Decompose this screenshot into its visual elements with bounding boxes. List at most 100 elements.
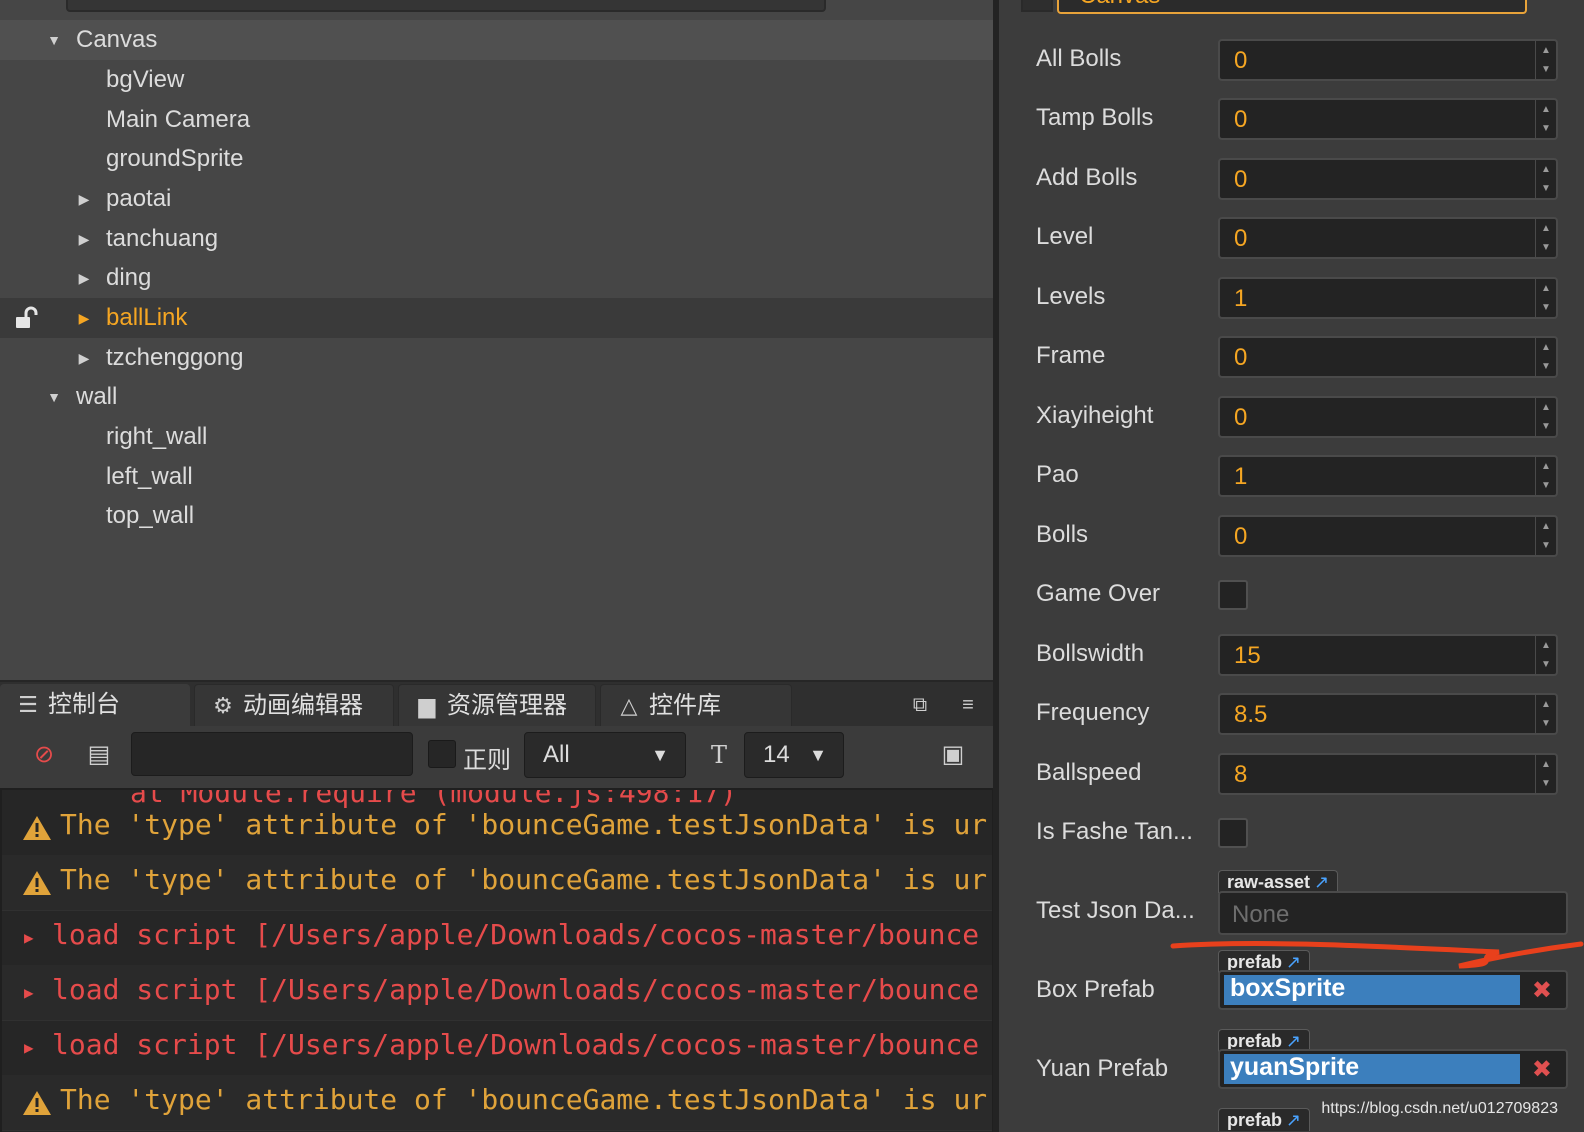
external-link-icon[interactable]: ↗ bbox=[1286, 1110, 1301, 1130]
collapsed-arrow-icon[interactable]: ▶ bbox=[74, 348, 94, 368]
remove-icon[interactable]: ✖ bbox=[1532, 1055, 1552, 1084]
node-name-input[interactable]: Canvas bbox=[1057, 0, 1527, 14]
tree-node-main-camera[interactable]: Main Camera bbox=[0, 100, 993, 140]
tree-node-balllink[interactable]: ▶ ballLink bbox=[0, 298, 993, 338]
prop-input-bolls[interactable]: 0 ▲ ▼ bbox=[1218, 515, 1558, 557]
prop-input-frame[interactable]: 0 ▲ ▼ bbox=[1218, 336, 1558, 378]
game-over-checkbox[interactable] bbox=[1218, 580, 1248, 610]
prop-input-xiayiheight[interactable]: 0 ▲ ▼ bbox=[1218, 396, 1558, 438]
expand-arrow-icon[interactable]: ▶ bbox=[24, 1038, 34, 1057]
collapse-icon[interactable]: ▣ bbox=[938, 740, 968, 770]
tree-node-ding[interactable]: ▶ ding bbox=[0, 258, 993, 298]
external-link-icon[interactable]: ↗ bbox=[1286, 952, 1301, 972]
spinner-icon[interactable]: ▲ ▼ bbox=[1535, 517, 1556, 555]
log-row-warning[interactable]: The 'type' attribute of 'bounceGame.test… bbox=[2, 800, 992, 856]
tree-node-tanchuang[interactable]: ▶ tanchuang bbox=[0, 219, 993, 259]
spinner-icon[interactable]: ▲ ▼ bbox=[1535, 457, 1556, 495]
log-level-select[interactable]: All ▼ bbox=[524, 732, 686, 778]
tree-node-label: tanchuang bbox=[106, 225, 219, 252]
prop-input-tamp-bolls[interactable]: 0 ▲ ▼ bbox=[1218, 98, 1558, 140]
tree-node-top-wall[interactable]: top_wall bbox=[0, 496, 993, 536]
tag-label: prefab bbox=[1227, 952, 1283, 972]
expanded-arrow-icon[interactable]: ▼ bbox=[44, 387, 64, 407]
log-row-error[interactable]: ▶ load script [/Users/apple/Downloads/co… bbox=[2, 1020, 992, 1076]
tree-node-wall[interactable]: ▼ wall bbox=[0, 377, 993, 417]
prop-input-level[interactable]: 0 ▲ ▼ bbox=[1218, 217, 1558, 259]
tree-node-left-wall[interactable]: left_wall bbox=[0, 457, 993, 497]
expand-arrow-icon[interactable]: ▶ bbox=[24, 928, 34, 947]
tab-widget-library[interactable]: △ 控件库 bbox=[600, 684, 792, 727]
console-toolbar: ⊘ ▤ 正则 All ▼ T 14 ▼ ▣ bbox=[0, 726, 993, 788]
prop-input-add-bolls[interactable]: 0 ▲ ▼ bbox=[1218, 158, 1558, 200]
menu-icon[interactable]: ≡ bbox=[956, 694, 980, 716]
log-row-warning[interactable]: The 'type' attribute of 'bounceGame.test… bbox=[2, 1075, 992, 1131]
spinner-icon[interactable]: ▲ ▼ bbox=[1535, 636, 1556, 674]
spinner-icon[interactable]: ▲ ▼ bbox=[1535, 338, 1556, 376]
prop-label-frequency: Frequency bbox=[1036, 699, 1150, 726]
spinner-icon[interactable]: ▲ ▼ bbox=[1535, 100, 1556, 138]
spinner-icon[interactable]: ▲ ▼ bbox=[1535, 41, 1556, 79]
test-json-asset-field[interactable]: None bbox=[1218, 891, 1568, 935]
prop-input-pao[interactable]: 1 ▲ ▼ bbox=[1218, 455, 1558, 497]
tree-node-bgview[interactable]: bgView bbox=[0, 60, 993, 100]
yuan-prefab-field[interactable]: yuanSprite ✖ bbox=[1218, 1049, 1568, 1089]
tree-node-canvas[interactable]: ▼ Canvas bbox=[0, 20, 993, 60]
prop-input-bollswidth[interactable]: 15 ▲ ▼ bbox=[1218, 634, 1558, 676]
prop-label-add-bolls: Add Bolls bbox=[1036, 164, 1138, 191]
tree-node-right-wall[interactable]: right_wall bbox=[0, 417, 993, 457]
regex-checkbox[interactable] bbox=[428, 740, 456, 768]
unlock-icon[interactable] bbox=[14, 306, 40, 330]
spinner-icon[interactable]: ▲ ▼ bbox=[1535, 160, 1556, 198]
prop-input-frequency[interactable]: 8.5 ▲ ▼ bbox=[1218, 693, 1558, 735]
tab-label: 动画编辑器 bbox=[243, 692, 363, 719]
tab-animation-editor[interactable]: ⚙ 动画编辑器 bbox=[194, 684, 394, 727]
regex-label: 正则 bbox=[463, 747, 511, 774]
prop-label-xiayiheight: Xiayiheight bbox=[1036, 402, 1154, 429]
collapsed-arrow-icon[interactable]: ▶ bbox=[74, 268, 94, 288]
prop-input-all-bolls[interactable]: 0 ▲ ▼ bbox=[1218, 39, 1558, 81]
popout-icon[interactable]: ⧉ bbox=[908, 694, 932, 716]
prop-input-ballspeed[interactable]: 8 ▲ ▼ bbox=[1218, 753, 1558, 795]
hierarchy-panel: ▼ Canvas bgView Main Camera groundSprite… bbox=[0, 0, 993, 680]
prop-label-bolls: Bolls bbox=[1036, 521, 1089, 548]
remove-icon[interactable]: ✖ bbox=[1532, 976, 1552, 1005]
log-text: The 'type' attribute of 'bounceGame.test… bbox=[60, 863, 988, 896]
is-fashe-checkbox[interactable] bbox=[1218, 818, 1248, 848]
collapsed-arrow-icon[interactable]: ▶ bbox=[74, 308, 94, 328]
prop-label-box-prefab: Box Prefab bbox=[1036, 976, 1155, 1003]
external-link-icon[interactable]: ↗ bbox=[1286, 1031, 1301, 1051]
node-active-checkbox[interactable] bbox=[1021, 0, 1053, 12]
spinner-icon[interactable]: ▲ ▼ bbox=[1535, 695, 1556, 733]
open-log-icon[interactable]: ▤ bbox=[84, 740, 114, 770]
expanded-arrow-icon[interactable]: ▼ bbox=[44, 30, 64, 50]
spinner-icon[interactable]: ▲ ▼ bbox=[1535, 755, 1556, 793]
font-size-select[interactable]: 14 ▼ bbox=[744, 732, 844, 778]
collapsed-arrow-icon[interactable]: ▶ bbox=[74, 189, 94, 209]
log-text: load script [/Users/apple/Downloads/coco… bbox=[52, 918, 980, 951]
tree-node-label: ding bbox=[106, 264, 152, 291]
console-panel: ☰ 控制台 ⚙ 动画编辑器 ▆ 资源管理器 △ 控件库 ⧉ ≡ ⊘ ▤ 正则 All ▼… bbox=[0, 680, 993, 1132]
clear-icon[interactable]: ⊘ bbox=[29, 740, 59, 770]
log-row-warning[interactable]: The 'type' attribute of 'bounceGame.test… bbox=[2, 855, 992, 911]
box-prefab-field[interactable]: boxSprite ✖ bbox=[1218, 970, 1568, 1010]
panel-tab-bar: ☰ 控制台 ⚙ 动画编辑器 ▆ 资源管理器 △ 控件库 ⧉ ≡ bbox=[0, 680, 993, 728]
tree-node-tzchenggong[interactable]: ▶ tzchenggong bbox=[0, 338, 993, 378]
tree-node-label: bgView bbox=[106, 66, 185, 93]
expand-arrow-icon[interactable]: ▶ bbox=[24, 983, 34, 1002]
tab-console[interactable]: ☰ 控制台 bbox=[0, 684, 190, 726]
tree-node-groundsprite[interactable]: groundSprite bbox=[0, 139, 993, 179]
log-row-error[interactable]: ▶ load script [/Users/apple/Downloads/co… bbox=[2, 965, 992, 1021]
hierarchy-search-input[interactable] bbox=[66, 0, 826, 12]
collapsed-arrow-icon[interactable]: ▶ bbox=[74, 229, 94, 249]
tree-node-paotai[interactable]: ▶ paotai bbox=[0, 179, 993, 219]
prefab-tag: prefab ↗ bbox=[1218, 1108, 1311, 1131]
inspector-panel: Canvas All Bolls 0 ▲▼ Tamp Bolls 0 ▲▼ Add … bbox=[999, 0, 1584, 1132]
tab-assets[interactable]: ▆ 资源管理器 bbox=[398, 684, 596, 727]
external-link-icon[interactable]: ↗ bbox=[1314, 872, 1329, 892]
console-search-input[interactable] bbox=[131, 732, 413, 776]
prop-input-levels[interactable]: 1 ▲ ▼ bbox=[1218, 277, 1558, 319]
spinner-icon[interactable]: ▲ ▼ bbox=[1535, 279, 1556, 317]
log-row-error[interactable]: ▶ load script [/Users/apple/Downloads/co… bbox=[2, 910, 992, 966]
spinner-icon[interactable]: ▲ ▼ bbox=[1535, 398, 1556, 436]
spinner-icon[interactable]: ▲ ▼ bbox=[1535, 219, 1556, 257]
